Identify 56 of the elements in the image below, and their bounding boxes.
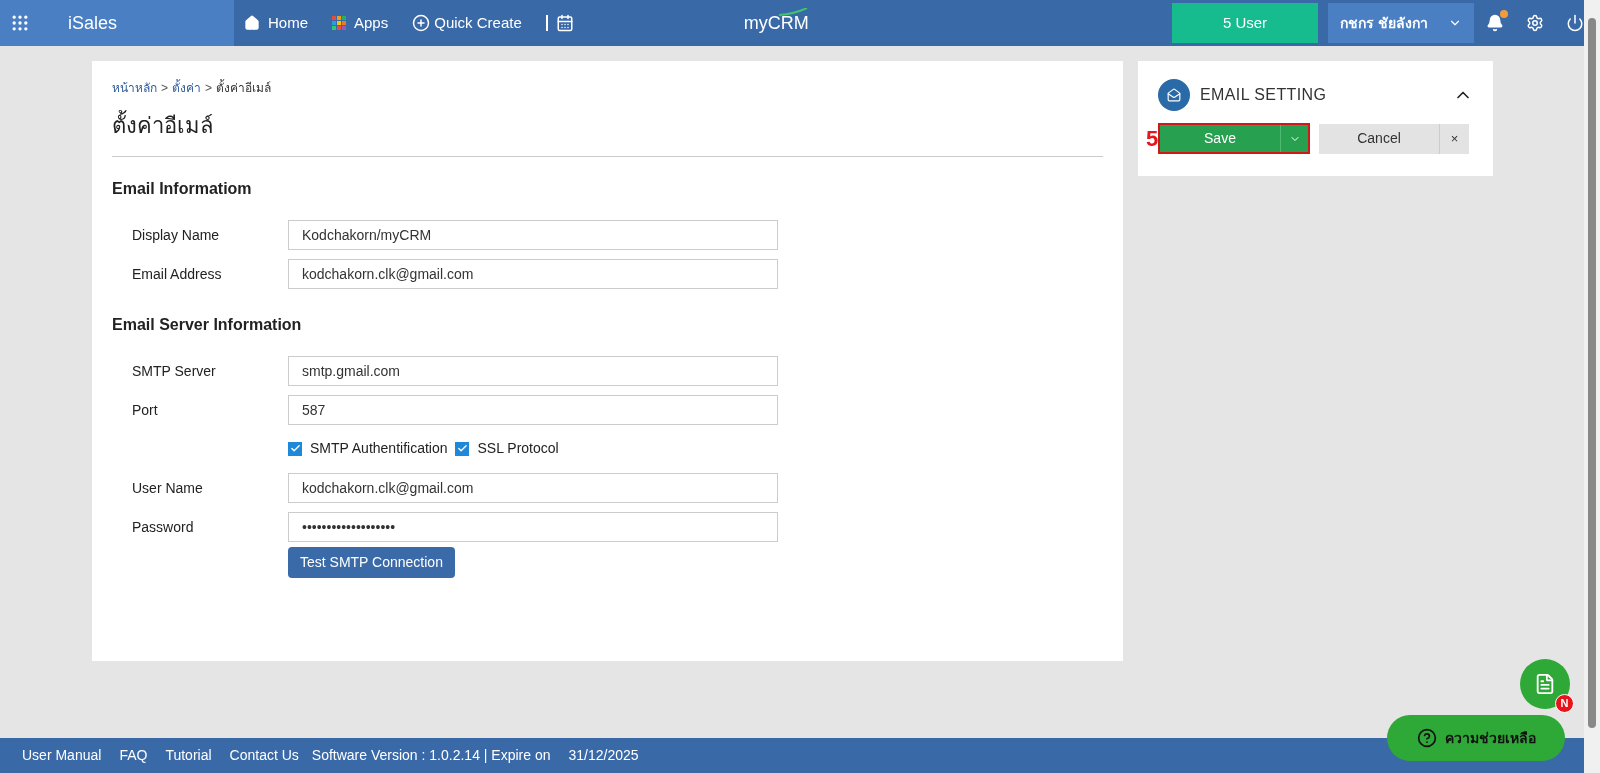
home-icon: [244, 15, 260, 31]
checkbox[interactable]: [455, 441, 470, 456]
cancel-button[interactable]: Cancel: [1319, 123, 1439, 154]
field-label: Port: [131, 400, 159, 420]
close-button[interactable]: ×: [1439, 123, 1469, 154]
field-label: Email Address: [131, 264, 223, 284]
user-menu[interactable]: กชกร ชัยลังกา: [1328, 3, 1474, 43]
field-label: Display Name: [131, 225, 221, 245]
text-field[interactable]: •••••••••••••••••••: [288, 511, 778, 542]
breadcrumb-link[interactable]: หน้าหลัก: [112, 79, 157, 97]
expire-date: 31/12/2025: [568, 746, 639, 765]
version-text: Software Version : 1.0.2.14 | Expire on: [311, 746, 551, 765]
text-field[interactable]: Kodchakorn/myCRM: [288, 219, 778, 250]
text-field[interactable]: 587: [288, 394, 778, 425]
plus-icon: [412, 14, 431, 32]
mail-icon: [1158, 79, 1190, 111]
breadcrumb-link[interactable]: ตั้งค่า: [172, 79, 201, 97]
scrollbar[interactable]: [1584, 0, 1600, 773]
checkbox-label: SMTP Authentification: [310, 439, 448, 458]
section-title: Email Informatiom: [112, 179, 253, 199]
settings-icon[interactable]: [1526, 14, 1544, 32]
power-icon[interactable]: [1566, 14, 1584, 32]
step-number: 5: [1146, 125, 1159, 153]
document-icon: [1534, 673, 1556, 695]
home-link[interactable]: Home: [244, 11, 308, 35]
footer-link[interactable]: Tutorial: [165, 745, 212, 766]
page-title: ตั้งค่าอีเมล์: [112, 109, 1103, 157]
panel-title: EMAIL SETTING: [1200, 85, 1327, 105]
footer-link[interactable]: Contact Us: [229, 745, 299, 766]
text-field[interactable]: kodchakorn.clk@gmail.com: [288, 472, 778, 503]
quick-create-link[interactable]: Quick Create: [412, 11, 522, 35]
notes-button[interactable]: [1520, 659, 1570, 709]
breadcrumb-separator: >: [205, 80, 213, 97]
field-label: Password: [131, 517, 195, 537]
apps-icon: [332, 16, 346, 30]
help-icon: [1416, 728, 1437, 748]
app-logo: myCRM: [743, 9, 809, 37]
apps-link[interactable]: Apps: [332, 11, 389, 35]
text-field[interactable]: smtp.gmail.com: [288, 355, 778, 386]
field-label: SMTP Server: [131, 361, 217, 381]
checkbox[interactable]: [288, 441, 302, 456]
test-connection-button[interactable]: Test SMTP Connection: [288, 547, 455, 578]
breadcrumb-current: ตั้งค่าอีเมล์: [216, 79, 272, 97]
breadcrumb-separator: >: [161, 80, 168, 97]
checkbox-label: SSL Protocol: [477, 439, 559, 458]
save-button[interactable]: Save: [1160, 125, 1280, 152]
section-title: Email Server Information: [112, 315, 303, 335]
footer-link[interactable]: FAQ: [119, 745, 148, 766]
text-field[interactable]: kodchakorn.clk@gmail.com: [288, 258, 778, 289]
help-button[interactable]: ความช่วยเหลือ: [1387, 715, 1565, 761]
field-label: User Name: [131, 478, 204, 498]
notes-badge: N: [1555, 694, 1574, 713]
app-name: iSales: [68, 11, 118, 35]
calendar-button[interactable]: [555, 14, 574, 32]
menu-grid-button[interactable]: [10, 13, 30, 33]
footer-link[interactable]: User Manual: [22, 745, 102, 766]
